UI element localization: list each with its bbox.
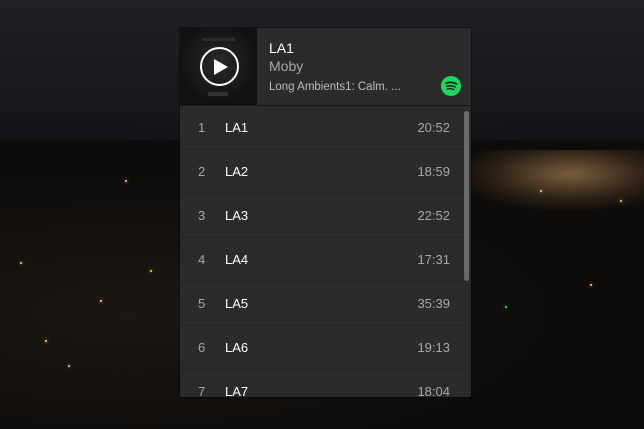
spotify-player-widget: LA1 Moby Long Ambients1: Calm. ... 1 LA1… — [180, 28, 471, 397]
now-playing-header: LA1 Moby Long Ambients1: Calm. ... — [180, 28, 471, 106]
track-row[interactable]: 3 LA3 22:52 — [180, 194, 462, 238]
play-button[interactable] — [200, 47, 239, 86]
light — [590, 284, 592, 286]
track-row[interactable]: 2 LA2 18:59 — [180, 150, 462, 194]
track-name: LA6 — [225, 340, 249, 355]
light — [620, 200, 622, 202]
track-row[interactable]: 7 LA7 18:04 — [180, 370, 462, 397]
track-number: 6 — [198, 340, 206, 355]
track-duration: 18:59 — [417, 164, 450, 179]
track-duration: 18:04 — [417, 384, 450, 397]
track-number: 3 — [198, 208, 206, 223]
light — [540, 190, 542, 192]
spotify-waves-icon — [445, 81, 458, 91]
track-row[interactable]: 1 LA1 20:52 — [180, 106, 462, 150]
album-art-label — [208, 92, 228, 96]
light — [68, 365, 70, 367]
track-name: LA1 — [225, 120, 249, 135]
scrollbar-thumb[interactable] — [464, 111, 469, 281]
track-row[interactable]: 4 LA4 17:31 — [180, 238, 462, 282]
track-name: LA2 — [225, 164, 249, 179]
spotify-logo-icon[interactable] — [441, 76, 461, 96]
track-name: LA5 — [225, 296, 249, 311]
light — [45, 340, 47, 342]
track-duration: 19:13 — [417, 340, 450, 355]
light — [150, 270, 152, 272]
album-art-caption — [202, 38, 235, 41]
track-title: LA1 — [269, 40, 294, 56]
track-number: 5 — [198, 296, 206, 311]
play-icon — [214, 58, 228, 75]
track-duration: 17:31 — [417, 252, 450, 267]
album-name[interactable]: Long Ambients1: Calm. ... — [269, 81, 429, 93]
track-number: 2 — [198, 164, 206, 179]
light — [505, 306, 507, 308]
track-number: 4 — [198, 252, 206, 267]
track-row[interactable]: 5 LA5 35:39 — [180, 282, 462, 326]
track-name: LA7 — [225, 384, 249, 397]
track-row[interactable]: 6 LA6 19:13 — [180, 326, 462, 370]
track-duration: 22:52 — [417, 208, 450, 223]
track-name: LA3 — [225, 208, 249, 223]
light — [125, 180, 127, 182]
track-number: 7 — [198, 384, 206, 397]
album-art — [180, 28, 257, 105]
track-duration: 20:52 — [417, 120, 450, 135]
track-duration: 35:39 — [417, 296, 450, 311]
track-name: LA4 — [225, 252, 249, 267]
light — [20, 262, 22, 264]
track-list: 1 LA1 20:52 2 LA2 18:59 3 LA3 22:52 4 LA… — [180, 106, 471, 397]
light — [100, 300, 102, 302]
city-glow — [460, 150, 644, 210]
artist-name[interactable]: Moby — [269, 58, 303, 74]
track-number: 1 — [198, 120, 206, 135]
